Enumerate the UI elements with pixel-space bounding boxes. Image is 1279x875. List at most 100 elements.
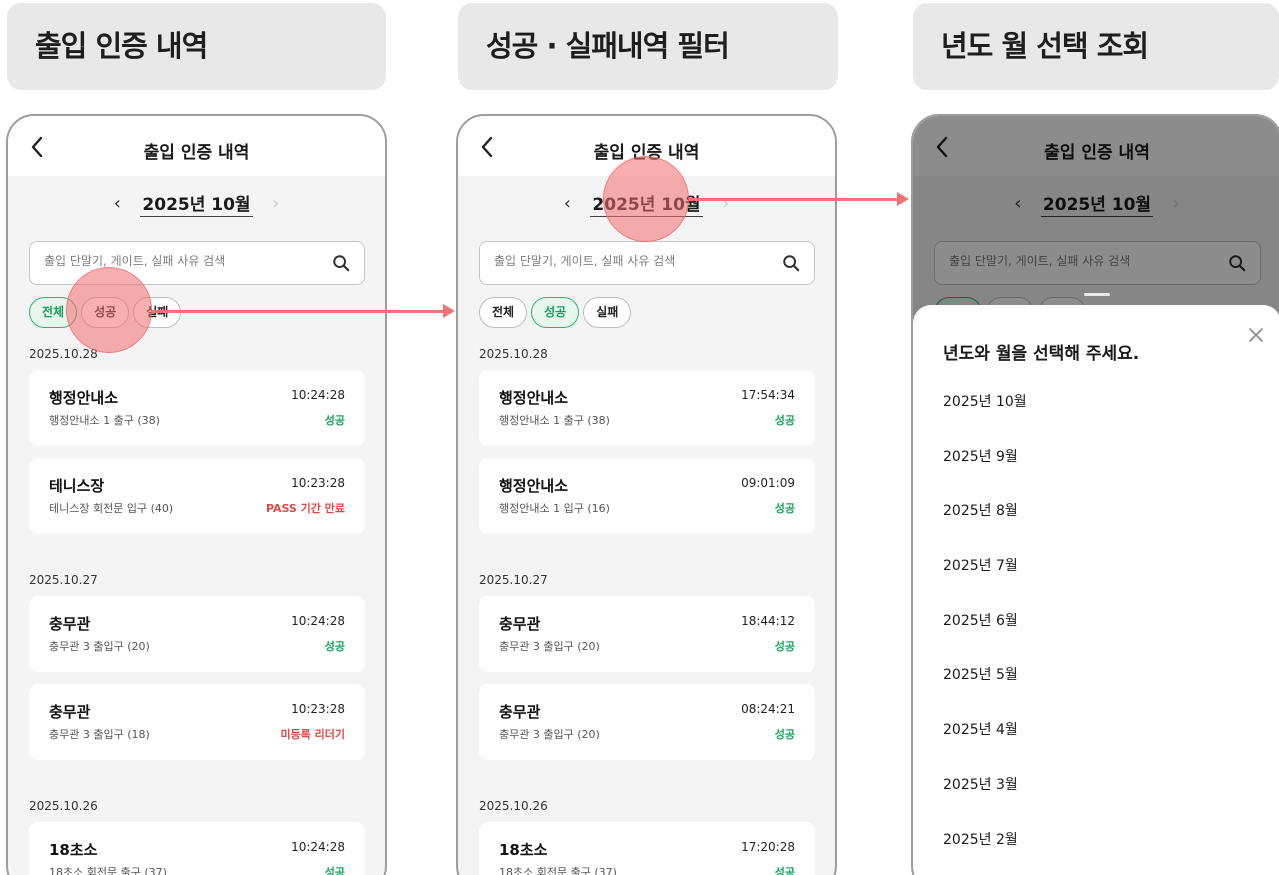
history-card[interactable]: 18초소 18초소 회전문 출구 (37) 10:24:28 성공 — [29, 822, 365, 875]
status-badge: 성공 — [774, 502, 795, 515]
chip-success[interactable]: 성공 — [81, 297, 130, 328]
card-gate: 충무관 3 출입구 (20) — [499, 640, 600, 653]
card-gate: 테니스장 회전문 입구 (40) — [49, 502, 174, 515]
card-name: 테니스장 — [49, 477, 105, 495]
chip-fail[interactable]: 실패 — [583, 297, 632, 328]
prev-month-button[interactable]: ‹ — [103, 193, 131, 214]
card-name: 18초소 — [499, 841, 548, 859]
card-time: 10:23:28 — [291, 476, 345, 490]
card-name: 충무관 — [499, 703, 541, 721]
month-label[interactable]: 2025년 10월 — [590, 190, 703, 217]
history-card[interactable]: 행정안내소 행정안내소 1 출구 (38) 10:24:28 성공 — [29, 370, 365, 446]
card-gate: 충무관 3 출입구 (18) — [49, 728, 150, 741]
month-option[interactable]: 2025년 7월 — [943, 555, 1027, 610]
card-gate: 충무관 3 출입구 (20) — [49, 640, 150, 653]
close-button[interactable] — [1249, 323, 1263, 347]
date-header: 2025.10.26 — [479, 799, 548, 813]
storyboard: 출입 인증 내역 성공 · 실패내역 필터 년도 월 선택 조회 출입 인증 내… — [0, 0, 1279, 875]
status-badge: 성공 — [774, 728, 795, 741]
month-navigator: ‹ 2025년 10월 › — [8, 176, 385, 232]
filter-chips: 전체성공실패 — [479, 297, 635, 329]
status-badge: 성공 — [774, 866, 795, 875]
date-header: 2025.10.27 — [479, 573, 548, 587]
history-list: 2025.10.28 행정안내소 행정안내소 1 출구 (38) 10:24:2… — [8, 338, 385, 875]
history-card[interactable]: 행정안내소 행정안내소 1 입구 (16) 09:01:09 성공 — [479, 458, 815, 534]
history-card[interactable]: 충무관 충무관 3 출입구 (18) 10:23:28 미등록 리더기 — [29, 684, 365, 760]
flow-arrow-head-month — [897, 192, 909, 206]
date-header: 2025.10.28 — [479, 347, 548, 361]
flow-arrow-head-filter — [443, 304, 455, 318]
history-card[interactable]: 충무관 충무관 3 출입구 (20) 18:44:12 성공 — [479, 596, 815, 672]
status-badge: PASS 기간 만료 — [265, 502, 345, 515]
next-month-button[interactable]: › — [712, 193, 740, 214]
card-time: 17:54:34 — [741, 388, 795, 402]
status-badge: 미등록 리더기 — [280, 728, 345, 741]
filter-chips: 전체성공실패 — [29, 297, 185, 329]
chip-all[interactable]: 전체 — [479, 297, 528, 328]
date-header: 2025.10.28 — [29, 347, 98, 361]
card-gate: 행정안내소 1 출구 (38) — [499, 414, 610, 427]
section-title-month-select: 년도 월 선택 조회 — [913, 3, 1279, 90]
card-name: 18초소 — [49, 841, 98, 859]
card-time: 17:20:28 — [741, 840, 795, 854]
month-label[interactable]: 2025년 10월 — [140, 190, 253, 217]
close-icon — [1249, 328, 1263, 342]
search-icon[interactable] — [332, 254, 350, 272]
month-option[interactable]: 2025년 3월 — [943, 774, 1027, 829]
month-option[interactable]: 2025년 8월 — [943, 500, 1027, 555]
month-option[interactable]: 2025년 9월 — [943, 446, 1027, 501]
card-time: 18:44:12 — [741, 614, 795, 628]
status-badge: 성공 — [324, 866, 345, 875]
phone-history: 출입 인증 내역 ‹ 2025년 10월 › 전체성공실패 2025.10.28… — [6, 114, 387, 875]
sheet-drag-handle[interactable] — [1084, 293, 1110, 296]
card-gate: 충무관 3 출입구 (20) — [499, 728, 600, 741]
month-option[interactable]: 2025년 5월 — [943, 664, 1027, 719]
card-time: 10:24:28 — [291, 840, 345, 854]
month-option[interactable]: 2025년 4월 — [943, 719, 1027, 774]
card-gate: 18초소 회전문 출구 (37) — [49, 866, 167, 875]
status-badge: 성공 — [324, 640, 345, 653]
month-option[interactable]: 2025년 2월 — [943, 829, 1027, 875]
phone-filter: 출입 인증 내역 ‹ 2025년 10월 › 전체성공실패 2025.10.28… — [456, 114, 837, 875]
card-time: 10:24:28 — [291, 388, 345, 402]
month-option[interactable]: 2025년 10월 — [943, 391, 1027, 446]
card-gate: 18초소 회전문 출구 (37) — [499, 866, 617, 875]
card-name: 충무관 — [49, 703, 91, 721]
card-name: 행정안내소 — [499, 477, 569, 495]
status-badge: 성공 — [324, 414, 345, 427]
prev-month-button[interactable]: ‹ — [553, 193, 581, 214]
month-option-list: 2025년 10월 2025년 9월 2025년 8월 2025년 7월 202… — [943, 391, 1027, 875]
card-gate: 행정안내소 1 출구 (38) — [49, 414, 160, 427]
search-input[interactable] — [44, 254, 304, 268]
card-name: 행정안내소 — [499, 389, 569, 407]
section-title-history: 출입 인증 내역 — [7, 3, 386, 90]
sheet-title: 년도와 월을 선택해 주세요. — [943, 344, 1140, 364]
month-picker-sheet: 년도와 월을 선택해 주세요. 2025년 10월 2025년 9월 2025년… — [913, 293, 1279, 875]
search-icon[interactable] — [782, 254, 800, 272]
card-name: 행정안내소 — [49, 389, 119, 407]
search-input[interactable] — [494, 254, 754, 268]
history-card[interactable]: 테니스장 테니스장 회전문 입구 (40) 10:23:28 PASS 기간 만… — [29, 458, 365, 534]
history-card[interactable]: 18초소 18초소 회전문 출구 (37) 17:20:28 성공 — [479, 822, 815, 875]
card-time: 09:01:09 — [741, 476, 795, 490]
history-card[interactable]: 충무관 충무관 3 출입구 (20) 08:24:21 성공 — [479, 684, 815, 760]
status-badge: 성공 — [774, 414, 795, 427]
history-card[interactable]: 행정안내소 행정안내소 1 출구 (38) 17:54:34 성공 — [479, 370, 815, 446]
top-bar: 출입 인증 내역 — [458, 116, 835, 176]
date-header: 2025.10.27 — [29, 573, 98, 587]
search-box — [479, 241, 815, 285]
card-name: 충무관 — [49, 615, 91, 633]
chip-fail[interactable]: 실패 — [133, 297, 182, 328]
chip-success[interactable]: 성공 — [531, 297, 580, 328]
card-time: 10:24:28 — [291, 614, 345, 628]
history-list: 2025.10.28 행정안내소 행정안내소 1 출구 (38) 17:54:3… — [458, 338, 835, 875]
search-box — [29, 241, 365, 285]
history-card[interactable]: 충무관 충무관 3 출입구 (20) 10:24:28 성공 — [29, 596, 365, 672]
next-month-button[interactable]: › — [262, 193, 290, 214]
screen-title: 출입 인증 내역 — [593, 143, 700, 163]
card-time: 10:23:28 — [291, 702, 345, 716]
month-option[interactable]: 2025년 6월 — [943, 610, 1027, 665]
chip-all[interactable]: 전체 — [29, 297, 78, 328]
month-navigator: ‹ 2025년 10월 › — [458, 176, 835, 232]
status-badge: 성공 — [774, 640, 795, 653]
